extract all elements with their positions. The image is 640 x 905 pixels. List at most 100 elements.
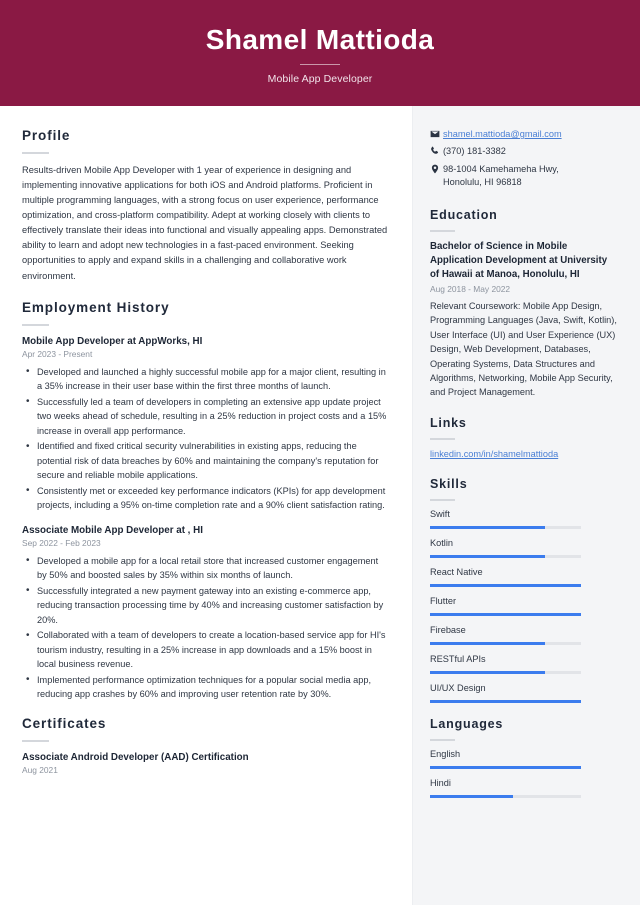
section-profile: Profile Results-driven Mobile App Develo… [22, 128, 388, 284]
skill-level-fill [430, 584, 581, 588]
entry-bullet: Implemented performance optimization tec… [22, 672, 388, 702]
education-entry: Bachelor of Science in Mobile Applicatio… [430, 240, 618, 399]
section-links: Links linkedin.com/in/shamelmattioda [430, 416, 618, 462]
skill-level-fill [430, 642, 545, 646]
email-link[interactable]: shamel.mattioda@gmail.com [443, 128, 562, 142]
skill-label: Kotlin [430, 538, 453, 549]
skill-level-fill [430, 700, 581, 704]
skills-list: Swift Kotlin React Native Flutter Firebase RE… [430, 509, 618, 704]
experience-entry: Associate Mobile App Developer at , HI Se… [22, 524, 388, 702]
entry-bullet: Developed and launched a highly successf… [22, 364, 388, 394]
skill-item: Kotlin [430, 538, 618, 559]
skill-label: UI/UX Design [430, 683, 486, 694]
skill-label: RESTful APIs [430, 654, 486, 665]
section-skills: Skills Swift Kotlin React Native Flutter Fir… [430, 477, 618, 704]
section-rule [22, 739, 49, 742]
phone-icon [430, 145, 443, 156]
section-certificates: Certificates Associate Android Developer… [22, 716, 388, 777]
section-rule [22, 152, 49, 155]
envelope-icon [430, 128, 443, 139]
section-title-languages: Languages [430, 717, 504, 732]
language-label: English [430, 749, 461, 760]
skill-level-fill [430, 526, 545, 530]
contact-block: shamel.mattioda@gmail.com (370) 181-3382 [430, 128, 618, 190]
address-text: 98-1004 Kamehameha Hwy, Honolulu, HI 968… [443, 163, 559, 191]
entry-bullet: Developed a mobile app for a local retai… [22, 553, 388, 583]
header-divider [300, 64, 340, 66]
entry-bullet: Identified and fixed critical security v… [22, 439, 388, 482]
resume-header: Shamel Mattioda Mobile App Developer [0, 0, 640, 106]
section-rule [430, 437, 455, 440]
degree-title: Bachelor of Science in Mobile Applicatio… [430, 241, 608, 281]
language-level-bar [430, 794, 581, 798]
section-title-employment: Employment History [22, 299, 170, 315]
skill-level-fill [430, 613, 581, 617]
section-rule [430, 230, 455, 233]
section-languages: Languages English Hindi [430, 717, 618, 798]
skill-item: UI/UX Design [430, 683, 618, 704]
skill-item: Firebase [430, 625, 618, 646]
skill-level-bar [430, 584, 581, 588]
skill-item: Flutter [430, 596, 618, 617]
skill-item: Swift [430, 509, 618, 530]
education-description: Relevant Coursework: Mobile App Design, … [430, 301, 617, 398]
experience-entry: Mobile App Developer at AppWorks, HI Apr … [22, 335, 388, 513]
profile-text: Results-driven Mobile App Developer with… [22, 165, 388, 281]
candidate-job-title: Mobile App Developer [267, 73, 373, 86]
language-item: English [430, 749, 618, 769]
section-rule [430, 499, 455, 502]
skill-item: React Native [430, 567, 618, 588]
language-level-bar [430, 765, 581, 769]
skill-level-bar [430, 671, 581, 675]
entry-date: Apr 2023 - Present [22, 348, 93, 359]
education-date: Aug 2018 - May 2022 [430, 284, 511, 295]
contact-row-phone: (370) 181-3382 [430, 145, 618, 159]
job-title: Associate Mobile App Developer at , HI [22, 524, 203, 536]
map-pin-icon [430, 163, 443, 174]
section-title-education: Education [430, 208, 498, 223]
certificate-title: Associate Android Developer (AAD) Certif… [22, 751, 249, 763]
contact-row-address: 98-1004 Kamehameha Hwy, Honolulu, HI 968… [430, 163, 618, 191]
sidebar-column: shamel.mattioda@gmail.com (370) 181-3382 [412, 106, 640, 905]
resume-body: Profile Results-driven Mobile App Develo… [0, 106, 640, 905]
skill-level-bar [430, 613, 581, 617]
profile-link[interactable]: linkedin.com/in/shamelmattioda [430, 449, 558, 459]
section-title-profile: Profile [22, 128, 71, 143]
certificate-entry-list: Associate Android Developer (AAD) Certif… [22, 751, 388, 777]
section-title-skills: Skills [430, 477, 468, 492]
skill-level-fill [430, 555, 545, 559]
skill-item: RESTful APIs [430, 654, 618, 675]
language-label: Hindi [430, 777, 451, 788]
phone-text: (370) 181-3382 [443, 146, 506, 157]
entry-bullet-list: Developed a mobile app for a local retai… [22, 553, 388, 702]
skill-level-bar [430, 555, 581, 559]
section-title-links: Links [430, 415, 467, 430]
skill-label: Firebase [430, 625, 466, 636]
skill-level-fill [430, 671, 545, 675]
employment-entry-list: Mobile App Developer at AppWorks, HI Apr … [22, 335, 388, 702]
job-title: Mobile App Developer at AppWorks, HI [22, 335, 203, 347]
language-level-fill [430, 794, 514, 798]
section-employment-history: Employment History Mobile App Developer … [22, 300, 388, 702]
skill-level-bar [430, 526, 581, 530]
main-column: Profile Results-driven Mobile App Develo… [0, 106, 412, 905]
skill-level-bar [430, 700, 581, 704]
section-education: Education Bachelor of Science in Mobile … [430, 208, 618, 399]
language-level-fill [430, 765, 581, 769]
entry-bullet-list: Developed and launched a highly successf… [22, 364, 388, 513]
section-title-certificates: Certificates [22, 715, 107, 731]
entry-bullet: Successfully led a team of developers in… [22, 394, 388, 438]
skill-label: Flutter [430, 596, 457, 607]
section-rule [430, 739, 455, 742]
address-line-1: 98-1004 Kamehameha Hwy, [443, 163, 559, 174]
language-item: Hindi [430, 778, 618, 798]
address-line-2: Honolulu, HI 96818 [443, 177, 522, 188]
education-entry-list: Bachelor of Science in Mobile Applicatio… [430, 240, 618, 399]
skill-label: React Native [430, 567, 483, 578]
skill-level-bar [430, 642, 581, 646]
resume-page: Shamel Mattioda Mobile App Developer Pro… [0, 0, 640, 905]
section-rule [22, 323, 49, 326]
entry-bullet: Consistently met or exceeded key perform… [22, 483, 388, 513]
candidate-name: Shamel Mattioda [205, 23, 435, 55]
languages-list: English Hindi [430, 749, 618, 798]
